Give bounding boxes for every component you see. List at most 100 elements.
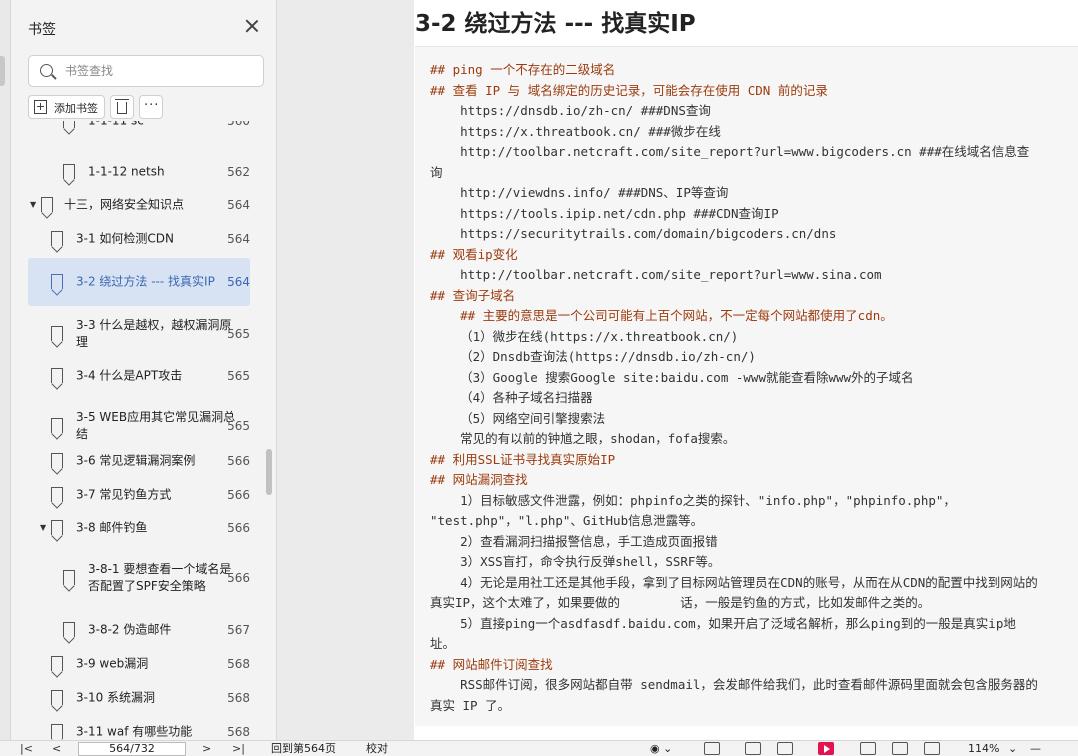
code-line: http://toolbar.netcraft.com/site_report?… [430,144,1030,159]
bookmark-icon [51,418,63,433]
next-page-icon[interactable]: > [202,741,211,756]
back-to-page-button[interactable]: 回到第564页 [271,741,336,756]
code-line: https://x.threatbook.cn/ ###微步在线 [430,123,721,139]
bookmark-label: 3-11 waf 有哪些功能 [76,724,193,739]
code-line: https://dnsdb.io/zh-cn/ ###DNS查询 [430,103,711,118]
code-line: ## ping 一个不存在的二级域名 [430,62,616,77]
code-line: ## 网站漏洞查找 [430,472,528,487]
code-line: "test.php"，"l.php"、GitHub信息泄露等。 [430,513,704,528]
two-page-icon[interactable] [777,742,793,755]
bookmark-page: 560 [227,121,250,128]
play-icon[interactable] [818,742,834,755]
bookmark-item[interactable]: 3-8-2 伪造邮件 567 [28,613,250,647]
bookmark-item[interactable]: 3-7 常见钓鱼方式 566 [28,478,250,512]
code-line: （1）微步在线(https://x.threatbook.cn/) [430,328,739,344]
add-bookmark-button[interactable]: 添加书签 [28,95,105,119]
bookmark-item[interactable]: 3-6 常见逻辑漏洞案例 566 [28,444,250,478]
fit-page-icon[interactable] [924,742,940,755]
bookmark-page: 568 [227,725,250,739]
expand-caret-icon[interactable]: ▼ [40,523,46,532]
code-line: 4）无论是用社工还是其他手段，拿到了目标网站管理员在CDN的账号，从而在从CDN… [430,574,1038,590]
code-line: 常见的有以前的钟馗之眼，shodan，fofa搜索。 [430,431,736,446]
last-page-icon[interactable]: >| [232,741,245,756]
code-line: https://securitytrails.com/domain/bigcod… [430,226,837,241]
bookmark-page: 566 [227,521,250,535]
code-line: 真实 IP 了。 [430,697,511,713]
bookmark-label: 3-10 系统漏洞 [76,690,156,705]
bookmark-item[interactable]: ▼ 十三，网络安全知识点 564 [28,188,250,222]
bookmark-page: 565 [227,369,250,383]
bookmark-list: 1-1-11 sc560 1-1-12 netsh 562 ▼ 十三，网络安全知识点 56… [11,121,276,740]
code-line: 3）XSS盲打，命令执行反弹shell，SSRF等。 [430,554,721,569]
continuous-page-icon[interactable] [745,742,761,755]
zoom-level[interactable]: 114% [968,741,999,756]
fullscreen-icon[interactable] [892,742,908,755]
bookmark-item[interactable]: 1-1-12 netsh 562 [28,155,250,189]
code-line: 址。 [430,636,456,651]
zoom-out-icon[interactable]: — [1030,741,1041,756]
bookmark-page: 564 [227,232,250,246]
bookmark-page: 567 [227,623,250,637]
bookmark-icon [51,690,63,705]
close-icon[interactable] [243,17,261,35]
code-line: ## 利用SSL证书寻找真实原始IP [430,451,616,467]
bookmark-item[interactable]: 3-4 什么是APT攻击 565 [28,359,250,393]
bookmark-label: 1-1-11 sc [88,121,243,130]
bookmark-search-input[interactable] [65,56,255,86]
bookmark-icon [51,326,63,341]
bookmark-icon [41,197,53,212]
bookmark-label: 3-2 绕过方法 --- 找真实IP [76,274,215,289]
page-number-input[interactable]: 564/732 [78,742,186,756]
bookmark-item[interactable]: 3-8-1 要想查看一个域名是否配置了SPF安全策略 566 [28,545,250,611]
bookmark-item[interactable]: ▼ 3-8 邮件钓鱼 566 [28,511,250,545]
code-line: （4）各种子域名扫描器 [430,390,593,405]
bookmark-page: 566 [227,454,250,468]
fit-width-icon[interactable] [860,742,876,755]
bookmark-item[interactable]: 3-9 web漏洞 568 [28,647,250,681]
panel-title: 书签 [28,22,56,38]
bookmark-label: 3-1 如何检测CDN [76,231,175,246]
code-line: （2）Dnsdb查询法(https://dnsdb.io/zh-cn/) [430,349,756,364]
rail-marker [0,56,5,86]
bookmark-label: 3-9 web漏洞 [76,656,149,671]
code-line: ## 查询子域名 [430,287,516,303]
bookmark-icon [63,121,75,128]
code-line: ## 观看ip变化 [430,246,518,262]
bookmark-item[interactable]: 3-1 如何检测CDN 564 [28,222,250,256]
first-page-icon[interactable]: |< [20,741,33,756]
code-line: （3）Google 搜索Google site:baidu.com -www就能… [430,369,914,385]
bookmark-icon [63,570,75,585]
code-line: 真实IP，这个太难了，如果要做的 话，一般是钓鱼的方式，比如发邮件之类的。 [430,595,931,610]
document-viewer: 3-2 绕过方法 --- 找真实IP ## ping 一个不存在的二级域名 ## … [277,0,1078,740]
bookmark-item[interactable]: 3-2 绕过方法 --- 找真实IP 564 [28,258,250,306]
more-options-button[interactable]: ··· [139,95,163,119]
prev-page-icon[interactable]: < [52,741,61,756]
code-line: 询 [430,164,443,180]
code-line: ## 主要的意思是一个公司可能有上百个网站，不一定每个网站都使用了cdn。 [430,308,893,323]
panel-scrollbar[interactable] [266,449,272,495]
bookmark-icon [63,622,75,637]
bookmark-label: 3-8-2 伪造邮件 [88,622,172,637]
eye-icon[interactable]: ◉ ⌄ [650,741,672,756]
bookmark-icon [51,231,63,246]
bookmark-label: 3-6 常见逻辑漏洞案例 [76,453,196,468]
bookmark-item[interactable]: 3-3 什么是越权，越权漏洞原理 565 [28,316,250,352]
bookmark-icon [51,724,63,739]
delete-bookmark-button[interactable] [110,95,134,119]
single-page-icon[interactable] [704,742,720,755]
code-line: 5）直接ping一个asdfasdf.baidu.com，如果开启了泛域名解析，… [430,615,1016,631]
bookmark-label: 3-8 邮件钓鱼 [76,520,148,535]
bookmark-icon [51,368,63,383]
bookmark-icon [51,274,63,289]
expand-caret-icon[interactable]: ▼ [30,200,36,209]
zoom-dropdown-icon[interactable]: ⌄ [1008,741,1017,756]
bookmark-page: 565 [227,327,250,341]
bookmark-item[interactable]: 3-11 waf 有哪些功能 568 [28,715,250,740]
bookmark-icon [63,164,75,179]
bookmark-item[interactable]: 1-1-11 sc560 [28,121,250,138]
bookmark-page: 568 [227,657,250,671]
bookmark-search[interactable] [28,55,264,87]
proofread-button[interactable]: 校对 [366,741,388,756]
bookmark-label: 3-5 WEB应用其它常见漏洞总结 [76,410,236,441]
bookmark-item[interactable]: 3-10 系统漏洞 568 [28,681,250,715]
